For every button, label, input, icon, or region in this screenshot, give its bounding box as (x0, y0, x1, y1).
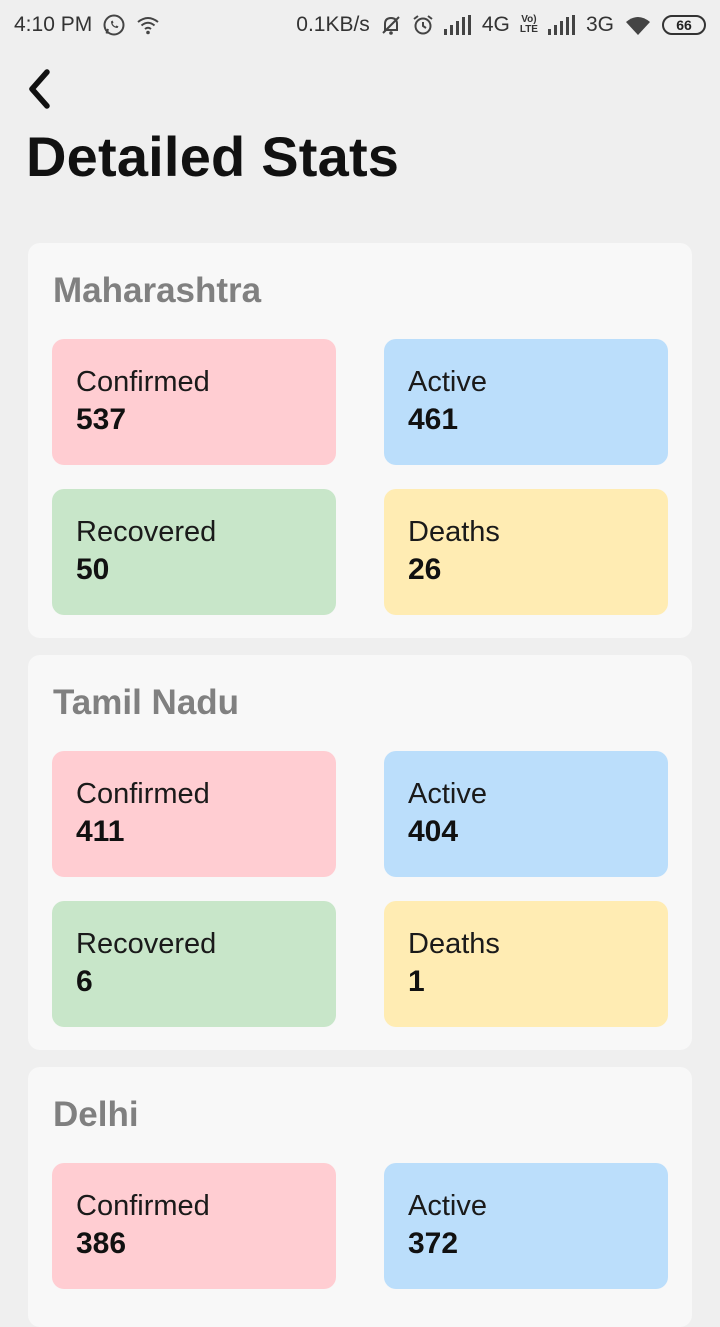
stat-value: 6 (76, 965, 93, 998)
status-bar: 4:10 PM 0.1KB/s 4G Vo) LTE 3G 66 (0, 0, 720, 50)
network-4g-label: 4G (481, 13, 510, 36)
stat-label: Deaths (408, 928, 500, 960)
active-stat: Active 461 (384, 339, 668, 465)
stat-label: Active (408, 778, 487, 810)
stat-value: 1 (408, 965, 425, 998)
alarm-icon (412, 14, 434, 36)
stat-value: 537 (76, 403, 127, 436)
stat-label: Active (408, 1190, 487, 1222)
volte-bottom: LTE (519, 24, 538, 35)
notifications-off-icon (380, 14, 402, 36)
confirmed-stat: Confirmed 537 (52, 339, 336, 465)
stat-label: Active (408, 366, 487, 398)
signal-icon (443, 15, 472, 35)
stat-value: 386 (76, 1227, 127, 1260)
status-right: 0.1KB/s 4G Vo) LTE 3G 66 (296, 13, 706, 37)
recovered-stat: Recovered 6 (52, 901, 336, 1027)
wifi-icon (136, 14, 160, 36)
state-name: Delhi (53, 1095, 139, 1134)
deaths-stat: Deaths 1 (384, 901, 668, 1027)
stat-value: 372 (408, 1227, 459, 1260)
active-stat: Active 404 (384, 751, 668, 877)
confirmed-stat: Confirmed 386 (52, 1163, 336, 1289)
confirmed-stat: Confirmed 411 (52, 751, 336, 877)
stat-value: 26 (408, 553, 442, 586)
recovered-stat: Recovered 50 (52, 489, 336, 615)
battery-indicator: 66 (662, 15, 706, 35)
signal-2-icon (547, 15, 576, 35)
page-title: Detailed Stats (26, 125, 400, 188)
network-speed: 0.1KB/s (296, 13, 370, 36)
stat-label: Confirmed (76, 1190, 210, 1222)
stat-label: Confirmed (76, 366, 210, 398)
state-card-tamil-nadu: Tamil Nadu Confirmed 411 Active 404 Reco… (28, 655, 692, 1050)
stat-value: 50 (76, 553, 110, 586)
stat-label: Deaths (408, 516, 500, 548)
status-time: 4:10 PM (14, 13, 93, 36)
deaths-stat: Deaths 26 (384, 489, 668, 615)
wifi-2-icon (624, 14, 652, 36)
volte-icon: Vo) LTE (520, 15, 538, 35)
state-card-delhi: Delhi Confirmed 386 Active 372 (28, 1067, 692, 1327)
whatsapp-icon (102, 13, 126, 37)
stat-value: 461 (408, 403, 459, 436)
status-left: 4:10 PM (14, 13, 160, 37)
stat-value: 411 (76, 815, 125, 848)
chevron-left-icon (29, 69, 50, 109)
active-stat: Active 372 (384, 1163, 668, 1289)
back-button[interactable] (18, 64, 62, 114)
network-3g-label: 3G (585, 13, 614, 36)
state-name: Tamil Nadu (53, 683, 240, 722)
state-card-maharashtra: Maharashtra Confirmed 537 Active 461 Rec… (28, 243, 692, 638)
stat-label: Recovered (76, 516, 217, 548)
stat-value: 404 (408, 815, 459, 848)
stat-label: Recovered (76, 928, 217, 960)
state-name: Maharashtra (53, 271, 262, 310)
stat-label: Confirmed (76, 778, 210, 810)
